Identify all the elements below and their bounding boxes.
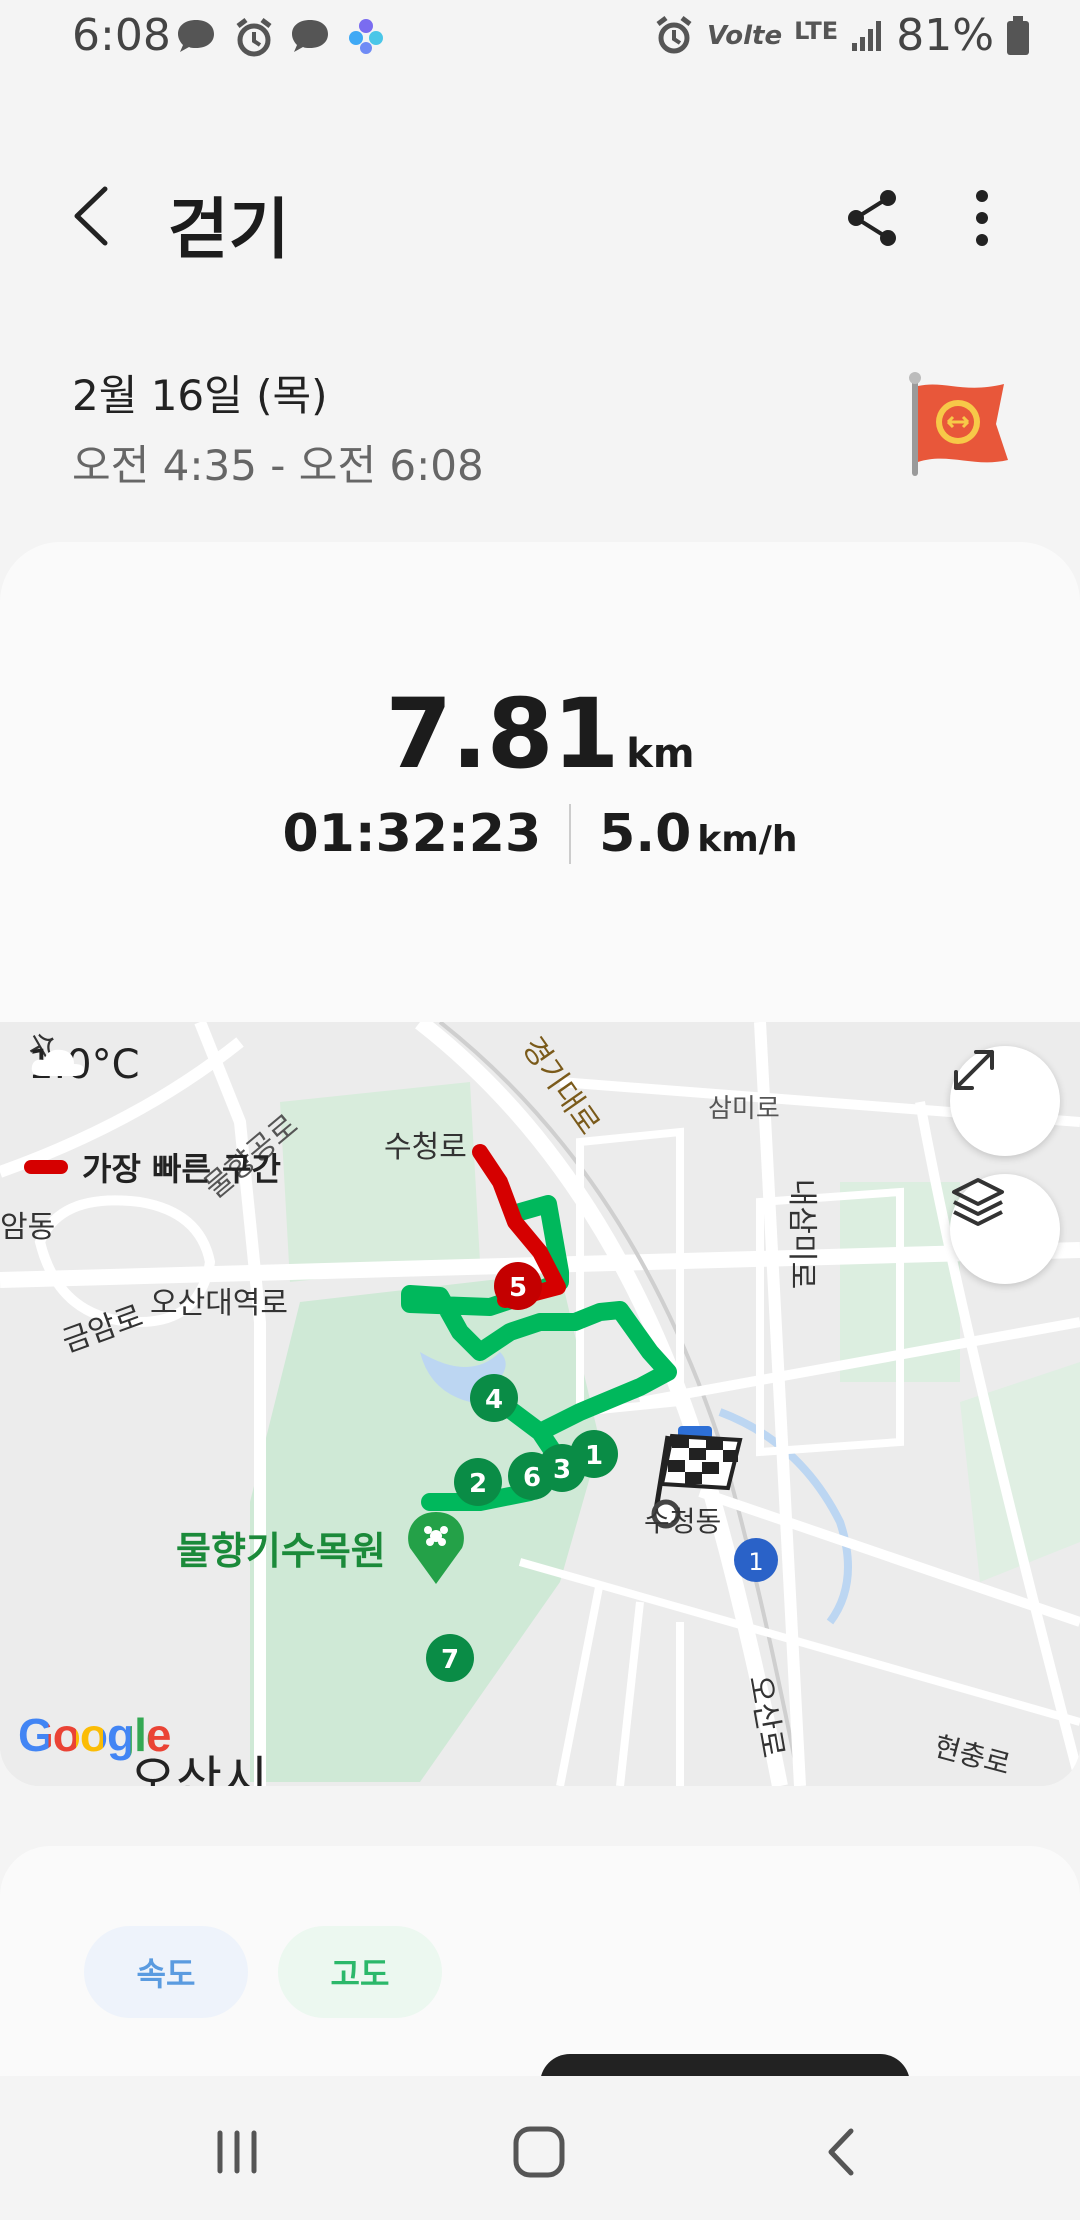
legend-swatch <box>24 1160 68 1174</box>
road-shield-number: 1 <box>748 1548 763 1576</box>
recent-apps-button[interactable] <box>192 2112 282 2192</box>
status-time: 6:08 <box>72 10 171 61</box>
share-icon <box>848 190 896 246</box>
signal-icon <box>852 20 882 51</box>
map-label-dong-am: 암동 <box>0 1210 56 1245</box>
map-legend: 가장 빠른 구간 <box>24 1144 281 1190</box>
back-button[interactable] <box>56 176 126 256</box>
recent-apps-icon <box>217 2130 257 2174</box>
speed-value: 5.0 <box>599 804 692 864</box>
lap-number: 1 <box>585 1441 603 1471</box>
system-back-button[interactable] <box>796 2112 886 2192</box>
workout-time-range: 오전 4:35 - 오전 6:08 <box>72 441 484 490</box>
alarm-icon <box>236 18 272 57</box>
map-canvas: 7 2 6 3 1 4 5 1 <box>0 1022 1080 1786</box>
flag-badge-icon[interactable] <box>904 372 1014 482</box>
lap-marker-5[interactable]: 5 <box>494 1262 542 1310</box>
lap-number: 2 <box>469 1469 487 1499</box>
more-options-button[interactable] <box>950 182 1014 254</box>
lap-number: 3 <box>553 1455 571 1485</box>
speed-unit: km/h <box>697 819 798 860</box>
distance: 7.81 km <box>0 678 1080 790</box>
map-label-sucheong-road: 수청로 <box>384 1130 467 1165</box>
lap-number: 7 <box>441 1645 459 1675</box>
stats-row: 01:32:23 5.0 km/h <box>0 804 1080 864</box>
map-layers-button[interactable] <box>950 1174 1060 1284</box>
graph-card: 속도 고도 <box>0 1846 1080 2076</box>
legend-label: 가장 빠른 구간 <box>82 1150 281 1188</box>
map-label-naesammi-road: 내삼미로 <box>784 1178 820 1290</box>
status-right: Volte LTE 81% <box>653 10 1030 61</box>
summary-card: 7.81 km 01:32:23 5.0 km/h <box>0 542 1080 1062</box>
cloud-icon <box>31 1049 85 1076</box>
lap-marker-4[interactable]: 4 <box>470 1374 518 1422</box>
sparkle-app-icon <box>349 19 383 54</box>
distance-value: 7.81 <box>385 678 619 790</box>
chat-bubble-icon <box>178 20 214 52</box>
network-type: LTE <box>794 16 839 45</box>
home-button[interactable] <box>494 2112 584 2192</box>
floating-pill[interactable] <box>540 2054 910 2076</box>
lap-marker-2[interactable]: 2 <box>454 1458 502 1506</box>
map-label-sammi-road: 삼미로 <box>708 1094 780 1124</box>
route-map[interactable]: 7 2 6 3 1 4 5 1 수 경기대로 수청로 물향공로 삼미로 내삼미로… <box>0 1022 1080 1786</box>
google-logo-text: Google <box>18 1709 171 1761</box>
chat-bubble-icon <box>292 20 328 52</box>
distance-unit: km <box>626 731 695 777</box>
map-label-dong-su: 수청동 <box>644 1505 722 1538</box>
chevron-left-icon <box>74 186 108 246</box>
battery-icon <box>1007 15 1029 55</box>
back-icon <box>828 2128 854 2176</box>
layers-icon <box>952 1178 1004 1226</box>
elevation-chip[interactable]: 고도 <box>278 1926 442 2018</box>
more-vertical-icon <box>976 190 988 246</box>
volte-label: Volte <box>707 20 783 51</box>
park-area <box>280 1082 480 1282</box>
page-title: 걷기 <box>168 191 290 268</box>
map-label-osandaeyeok-road: 오산대역로 <box>150 1286 288 1321</box>
speed-chip[interactable]: 속도 <box>84 1926 248 2018</box>
home-icon <box>513 2126 565 2178</box>
expand-map-button[interactable] <box>950 1046 1060 1156</box>
lap-number: 5 <box>509 1273 527 1303</box>
expand-icon <box>954 1050 994 1090</box>
average-speed: 5.0 km/h <box>571 804 797 864</box>
google-logo: Google <box>18 1708 171 1762</box>
weather: 1.0°C <box>28 1042 140 1088</box>
alarm-icon <box>656 15 692 53</box>
lap-marker-7[interactable]: 7 <box>426 1634 474 1682</box>
lap-number: 4 <box>485 1385 503 1415</box>
lap-marker-1[interactable]: 1 <box>570 1430 618 1478</box>
navigation-bar <box>0 2076 1080 2220</box>
share-button[interactable] <box>842 182 906 254</box>
battery-percent: 81% <box>896 10 994 61</box>
map-label-park: 물향기수목원 <box>176 1529 386 1573</box>
workout-date: 2월 16일 (목) <box>72 371 328 420</box>
duration: 01:32:23 <box>282 804 572 864</box>
